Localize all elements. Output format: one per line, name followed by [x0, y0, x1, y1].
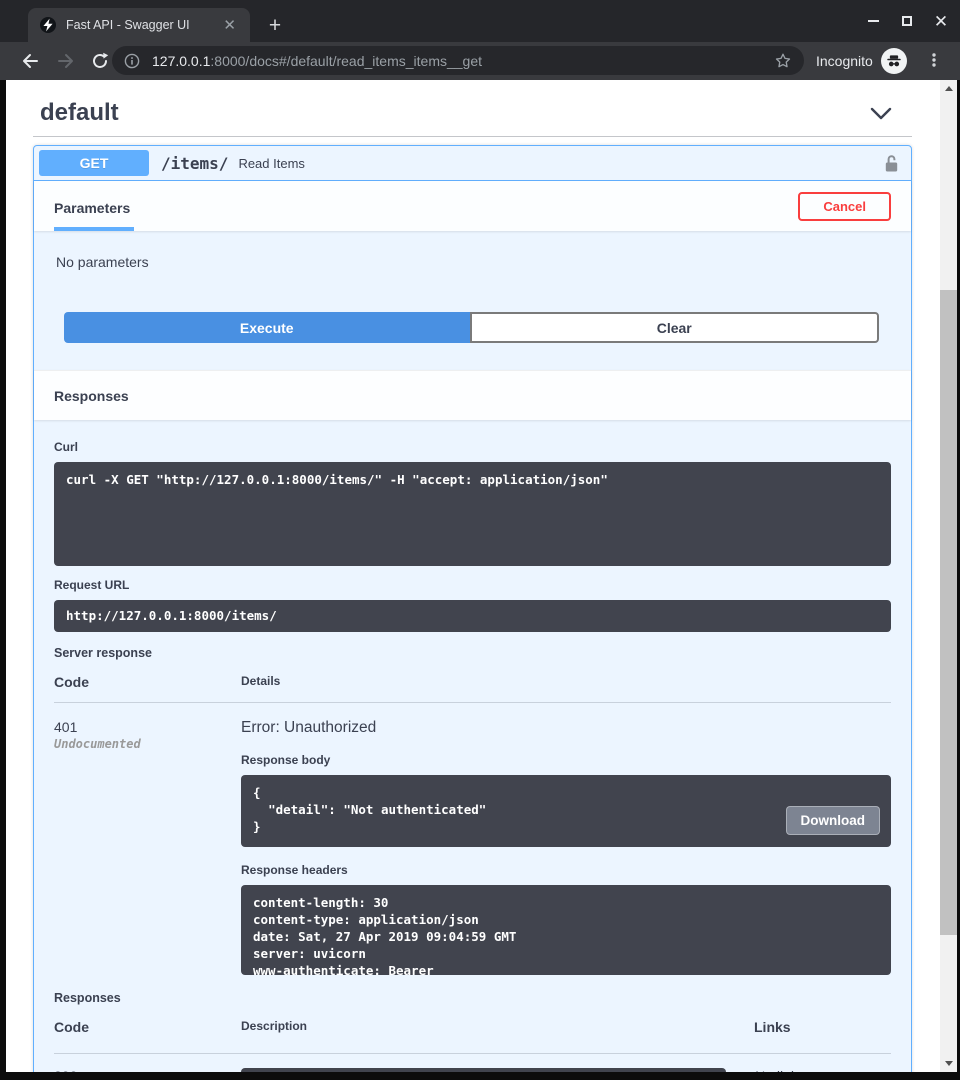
- response-description: Successful Response: [241, 1068, 726, 1072]
- error-text: Error: Unauthorized: [241, 719, 891, 737]
- response-code: 200: [54, 1068, 241, 1072]
- documented-response-row: 200 Successful Response No links: [54, 1054, 891, 1072]
- live-response-table-header: Code Details: [54, 674, 891, 703]
- swagger-page: default GET /items/ Read Items Parameter…: [6, 80, 940, 1072]
- tab-close-icon[interactable]: ✕: [219, 16, 240, 35]
- operation-path: /items/: [161, 154, 228, 173]
- bookmark-star-icon[interactable]: [774, 52, 792, 70]
- request-url-label: Request URL: [54, 578, 891, 592]
- responses-section-title: Responses: [54, 388, 129, 404]
- operation-summary: Read Items: [238, 156, 884, 171]
- details-column-header: Details: [241, 674, 891, 690]
- method-badge: GET: [39, 150, 149, 176]
- curl-command[interactable]: curl -X GET "http://127.0.0.1:8000/items…: [54, 462, 891, 566]
- no-parameters-text: No parameters: [34, 231, 911, 306]
- window-minimize-button[interactable]: [862, 10, 884, 32]
- code-column-header: Code: [54, 674, 241, 690]
- execute-button[interactable]: Execute: [64, 312, 470, 343]
- browser-menu-button[interactable]: [922, 48, 946, 72]
- status-code: 401: [54, 719, 241, 735]
- response-headers-value: content-length: 30 content-type: applica…: [241, 885, 891, 975]
- incognito-indicator: Incognito: [816, 46, 907, 75]
- three-dots-icon: [926, 52, 942, 68]
- forward-button[interactable]: [54, 49, 78, 73]
- browser-tab[interactable]: Fast API - Swagger UI ✕: [28, 8, 250, 42]
- url-bar[interactable]: 127.0.0.1:8000/docs#/default/read_items_…: [112, 46, 804, 75]
- url-host: 127.0.0.1: [152, 53, 210, 69]
- collapse-tag-button[interactable]: [870, 107, 910, 120]
- clear-button[interactable]: Clear: [470, 312, 880, 343]
- page-viewport: default GET /items/ Read Items Parameter…: [6, 80, 957, 1072]
- chevron-down-icon: [870, 107, 892, 120]
- triangle-up-icon: [945, 86, 953, 91]
- response-headers-label: Response headers: [241, 863, 891, 877]
- download-button[interactable]: Download: [786, 806, 881, 835]
- fastapi-favicon-icon: [40, 17, 56, 33]
- url-path: :8000/docs#/default/read_items_items__ge…: [210, 53, 482, 69]
- scrollbar-thumb[interactable]: [940, 290, 957, 935]
- reload-icon: [91, 52, 109, 70]
- unlocked-padlock-icon: [884, 154, 899, 173]
- documented-responses-table-header: Code Description Links: [54, 1019, 891, 1054]
- opblock-get-items: GET /items/ Read Items Parameters Cancel…: [33, 145, 912, 1072]
- maximize-icon: [902, 16, 912, 26]
- server-response-title: Server response: [54, 646, 891, 660]
- scrollbar-down-arrow[interactable]: [940, 1055, 957, 1072]
- window-maximize-button[interactable]: [896, 10, 918, 32]
- site-info-icon[interactable]: [124, 53, 140, 69]
- response-links: No links: [754, 1068, 891, 1072]
- window-close-button[interactable]: ✕: [930, 10, 952, 32]
- opblock-summary[interactable]: GET /items/ Read Items: [34, 146, 911, 181]
- tab-parameters[interactable]: Parameters: [54, 200, 134, 231]
- tag-title: default: [40, 99, 119, 127]
- description-column-header: Description: [241, 1019, 754, 1035]
- forward-arrow-icon: [56, 51, 76, 71]
- request-url-value: http://127.0.0.1:8000/items/: [54, 600, 891, 632]
- curl-label: Curl: [54, 440, 891, 454]
- undocumented-note: Undocumented: [54, 737, 241, 751]
- live-response-row: 401 Undocumented Error: Unauthorized Res…: [54, 703, 891, 975]
- reload-button[interactable]: [88, 49, 112, 73]
- back-button[interactable]: [18, 49, 42, 73]
- incognito-label: Incognito: [816, 53, 873, 69]
- auth-lock-button[interactable]: [884, 154, 899, 173]
- links-column-header: Links: [754, 1019, 891, 1035]
- close-icon: ✕: [934, 13, 948, 30]
- browser-titlebar: Fast API - Swagger UI ✕ + ✕: [0, 0, 960, 42]
- tab-title: Fast API - Swagger UI: [66, 18, 219, 32]
- new-tab-button[interactable]: +: [262, 13, 288, 39]
- back-arrow-icon: [20, 51, 40, 71]
- documented-responses-title: Responses: [54, 991, 891, 1005]
- tag-divider: [33, 136, 912, 137]
- cancel-button[interactable]: Cancel: [798, 192, 891, 221]
- minimize-icon: [868, 20, 879, 22]
- page-scrollbar: [940, 80, 957, 1072]
- triangle-down-icon: [945, 1061, 953, 1066]
- incognito-icon: [881, 48, 907, 74]
- scrollbar-up-arrow[interactable]: [940, 80, 957, 97]
- url-text: 127.0.0.1:8000/docs#/default/read_items_…: [152, 53, 774, 69]
- code-column-header: Code: [54, 1019, 241, 1035]
- response-body-label: Response body: [241, 753, 891, 767]
